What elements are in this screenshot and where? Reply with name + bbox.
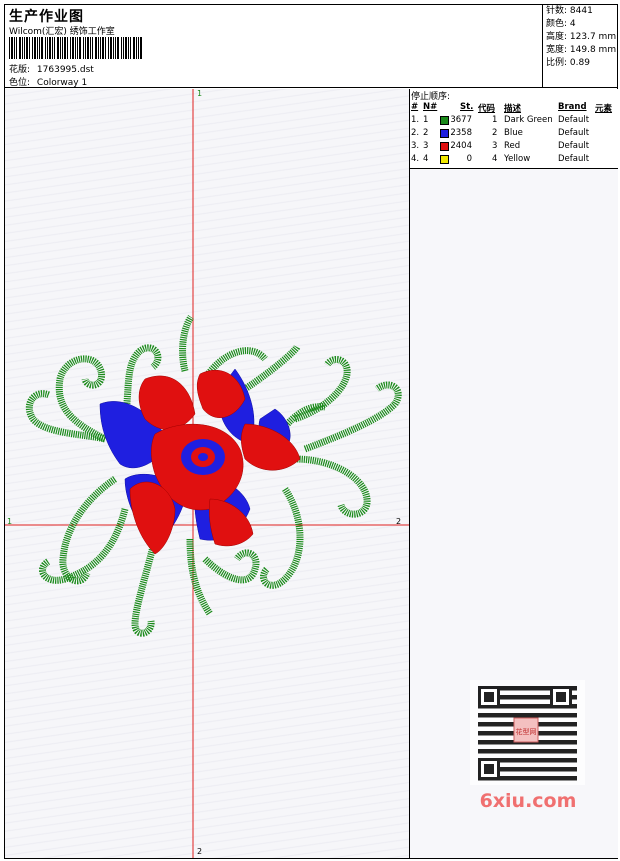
axis-label-top: 1: [197, 89, 203, 98]
row-number: 4.: [411, 154, 420, 164]
row-number: 1.: [411, 115, 420, 125]
axis-label-left: 1: [7, 517, 13, 526]
embroidery-design: [5, 89, 409, 858]
stat-scale: 比例: 0.89: [546, 58, 590, 68]
design-canvas[interactable]: 1 1 2 2: [5, 89, 409, 858]
row-stitches: 0: [466, 154, 472, 164]
row-brand: Default: [558, 115, 590, 125]
row-needle: 4: [423, 154, 429, 164]
color-swatch: [440, 129, 449, 138]
row-code: 2: [492, 128, 498, 138]
row-description: Dark Green: [504, 115, 553, 125]
row-code: 1: [492, 115, 498, 125]
pattern-line: 花版: 1763995.dst: [9, 62, 94, 75]
flower-center: [181, 439, 225, 475]
qr-code-icon: 花型网 6xiu.com: [470, 680, 585, 812]
row-code: 4: [492, 154, 498, 164]
row-brand: Default: [558, 141, 590, 151]
row-stitches: 3677: [450, 115, 472, 125]
pattern-label: 花版:: [9, 65, 31, 75]
stat-colors: 颜色: 4: [546, 19, 576, 29]
col-header-n: N#: [423, 102, 438, 112]
axis-label-bottom: 2: [197, 847, 203, 856]
row-needle: 3: [423, 141, 429, 151]
stop-sequence-table: 停止顺序: # N# St. 代码 描述 Brand 元素 1. 1 3677 1 Da…: [410, 89, 618, 169]
color-swatch: [440, 116, 449, 125]
watermark: 花型网 6xiu.com: [470, 680, 585, 820]
stamp-text: 花型网: [516, 727, 537, 736]
row-stitches: 2404: [450, 141, 472, 151]
stop-sequence-title: 停止顺序:: [411, 92, 451, 102]
colorway-value: Colorway 1: [36, 78, 88, 88]
col-header-desc: 描述: [504, 104, 522, 114]
col-header-element: 元素: [595, 104, 613, 114]
header: 生产作业图 Wilcom(汇宏) 绣饰工作室 花版: 1763995.dst 色…: [4, 4, 618, 88]
barcode: [9, 37, 142, 59]
row-number: 2.: [411, 128, 420, 138]
axis-label-right: 2: [396, 517, 402, 526]
company-name: Wilcom(汇宏) 绣饰工作室: [9, 27, 115, 37]
row-description: Yellow: [504, 154, 531, 164]
stat-height: 高度: 123.7 mm: [546, 32, 617, 42]
stat-width: 宽度: 149.8 mm: [546, 45, 617, 55]
row-code: 3: [492, 141, 498, 151]
col-header-brand: Brand: [558, 102, 587, 112]
col-header-code: 代码: [478, 104, 496, 114]
row-needle: 1: [423, 115, 429, 125]
row-description: Blue: [504, 128, 523, 138]
row-stitches: 2358: [450, 128, 472, 138]
col-header-index: #: [411, 102, 419, 112]
colorway-line: 色位: Colorway 1: [9, 75, 87, 88]
stat-stitches: 针数: 8441: [546, 6, 593, 16]
row-number: 3.: [411, 141, 420, 151]
row-needle: 2: [423, 128, 429, 138]
page-title: 生产作业图: [9, 9, 84, 25]
row-brand: Default: [558, 154, 590, 164]
pattern-value: 1763995.dst: [36, 65, 94, 75]
col-header-st: St.: [460, 102, 474, 112]
color-swatch: [440, 142, 449, 151]
row-description: Red: [504, 141, 521, 151]
watermark-text: 6xiu.com: [480, 790, 577, 812]
color-swatch: [440, 155, 449, 164]
colorway-label: 色位:: [9, 78, 31, 88]
stats-panel: 针数: 8441 颜色: 4 高度: 123.7 mm 宽度: 149.8 mm…: [542, 4, 618, 88]
row-brand: Default: [558, 128, 590, 138]
